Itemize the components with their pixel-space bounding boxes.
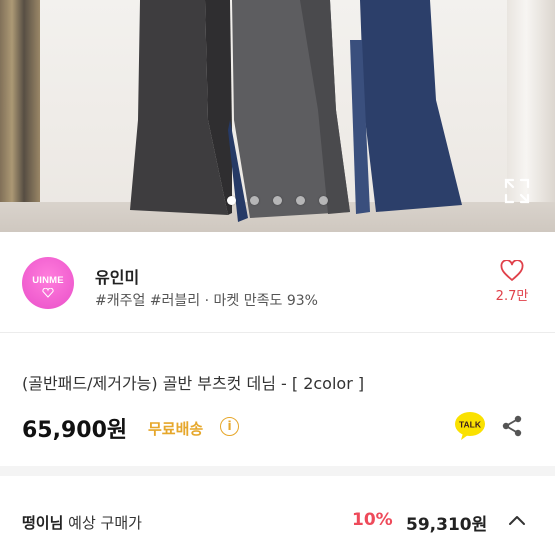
gallery-dot[interactable]: [296, 196, 305, 205]
product-price: 65,900원: [22, 418, 128, 443]
fullscreen-icon[interactable]: [504, 178, 530, 204]
talk-label: TALK: [459, 420, 482, 430]
gallery-dot[interactable]: [227, 196, 236, 205]
gallery-dot[interactable]: [319, 196, 328, 205]
divider: [0, 332, 555, 333]
seller-tags: #캐주얼 #러블리 · 마켓 만족도 93%: [95, 293, 318, 309]
shipping-info-icon[interactable]: i: [220, 417, 239, 436]
favorite-count: 2.7만: [495, 289, 529, 304]
expected-price-row[interactable]: 떵이님 예상 구매가 10% 59,310원: [0, 500, 555, 540]
chevron-up-icon[interactable]: [506, 510, 528, 532]
product-title: (골반패드/제거가능) 골반 부츠컷 데님 - [ 2color ]: [22, 374, 365, 393]
expected-price-text: 예상 구매가: [63, 514, 142, 532]
share-icon[interactable]: [500, 414, 524, 438]
seller-logo-text: UINME: [32, 274, 64, 286]
heart-icon: [500, 260, 524, 281]
section-divider: [0, 466, 555, 476]
expected-price: 59,310원: [406, 515, 488, 535]
kakao-talk-icon[interactable]: TALK: [454, 411, 486, 441]
logo-heart-icon: [42, 288, 54, 298]
gallery-pagination: [0, 196, 555, 205]
product-image[interactable]: [0, 0, 555, 232]
seller-logo[interactable]: UINME: [22, 257, 74, 309]
price-row: 65,900원 무료배송 i TALK: [22, 408, 537, 444]
seller-name[interactable]: 유인미: [95, 264, 139, 288]
free-shipping-badge: 무료배송: [148, 420, 204, 438]
gallery-dot[interactable]: [273, 196, 282, 205]
discount-rate: 10%: [352, 510, 393, 530]
gallery-dot[interactable]: [250, 196, 259, 205]
expected-price-label: 떵이님 예상 구매가: [22, 512, 142, 533]
seller-row[interactable]: UINME 유인미 #캐주얼 #러블리 · 마켓 만족도 93% 2.7만: [0, 232, 555, 332]
favorite-button[interactable]: 2.7만: [488, 260, 536, 304]
user-name: 떵이님: [22, 514, 64, 532]
